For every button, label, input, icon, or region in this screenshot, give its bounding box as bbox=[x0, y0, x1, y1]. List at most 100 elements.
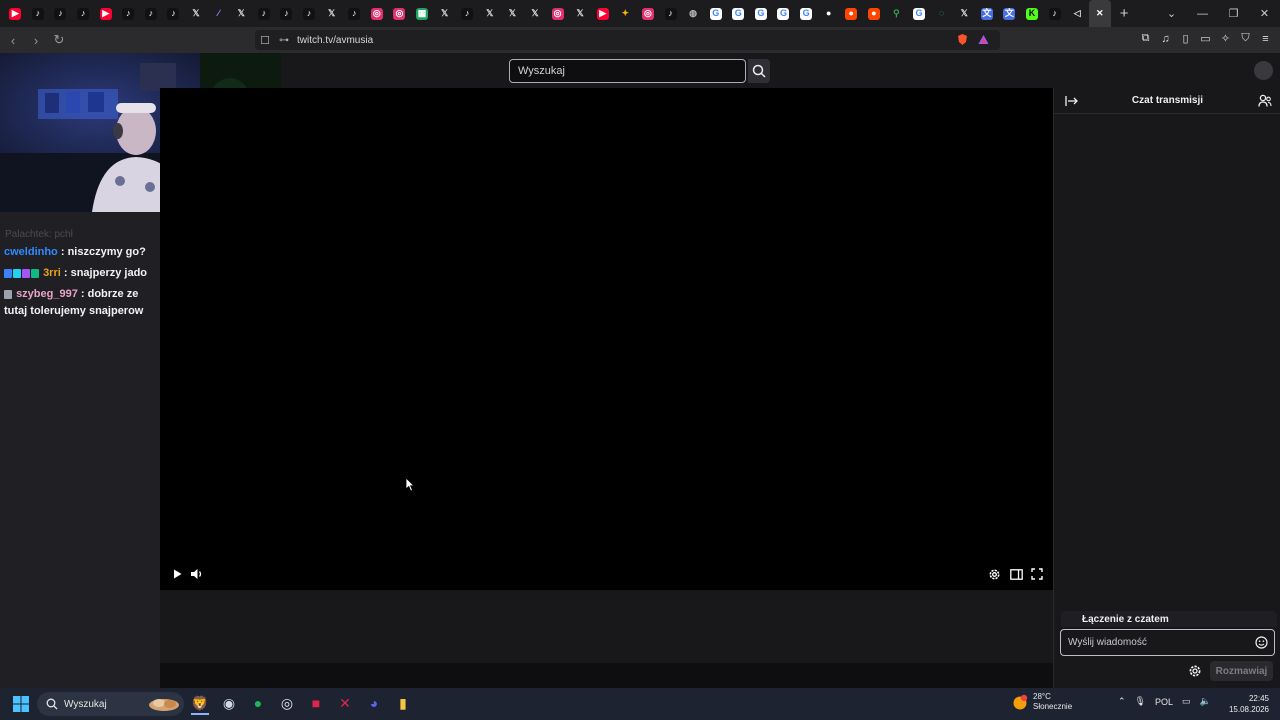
wallet-icon[interactable]: ▭ bbox=[1199, 32, 1212, 45]
taskbar-app[interactable]: ■ bbox=[307, 693, 325, 715]
chevron-up-icon[interactable]: ⌃ bbox=[1118, 696, 1126, 707]
microphone-icon[interactable]: 🎙 bbox=[1135, 696, 1146, 707]
address-bar[interactable]: ☐ ⊶ twitch.tv/avmusia bbox=[255, 30, 1000, 50]
browser-tab[interactable]: G bbox=[704, 0, 727, 27]
windows-start-icon[interactable] bbox=[13, 696, 29, 712]
weather-widget[interactable]: 28°C Słonecznie bbox=[1012, 692, 1072, 712]
browser-tab[interactable]: ♪ bbox=[456, 0, 479, 27]
browser-tab[interactable]: ♪ bbox=[140, 0, 163, 27]
speaker-icon[interactable]: 🔈 bbox=[1200, 696, 1211, 707]
browser-tab[interactable]: 𝕏 bbox=[185, 0, 208, 27]
browser-tab[interactable]: ♪ bbox=[117, 0, 140, 27]
menu-icon[interactable]: ≡ bbox=[1259, 32, 1272, 45]
new-tab-button[interactable]: + bbox=[1111, 5, 1137, 22]
browser-tab[interactable]: ▶ bbox=[591, 0, 614, 27]
browser-tab[interactable]: G bbox=[908, 0, 931, 27]
taskbar-app[interactable]: ✕ bbox=[336, 693, 354, 715]
browser-tab[interactable]: ✦ bbox=[614, 0, 637, 27]
user-avatar[interactable] bbox=[1254, 61, 1273, 80]
bookmark-icon[interactable]: ☐ bbox=[255, 34, 275, 47]
browser-tab[interactable]: ♪ bbox=[27, 0, 50, 27]
browser-tab[interactable]: ✕ bbox=[1088, 0, 1112, 27]
browser-tab[interactable]: G bbox=[772, 0, 795, 27]
fullscreen-button[interactable] bbox=[1029, 566, 1045, 582]
close-window-icon[interactable]: ✕ bbox=[1249, 7, 1280, 20]
browser-tab[interactable]: ● bbox=[840, 0, 863, 27]
browser-tab[interactable]: ◌ bbox=[930, 0, 953, 27]
browser-tab[interactable]: ◁ bbox=[1066, 0, 1089, 27]
browser-tab[interactable]: ♪ bbox=[72, 0, 95, 27]
browser-tab[interactable]: ∕ bbox=[207, 0, 230, 27]
browser-tab[interactable]: ♪ bbox=[49, 0, 72, 27]
browser-tab[interactable]: G bbox=[727, 0, 750, 27]
browser-tab[interactable]: 𝕏 bbox=[953, 0, 976, 27]
video-player[interactable] bbox=[160, 88, 1053, 590]
restore-icon[interactable]: ❐ bbox=[1218, 7, 1249, 20]
search-input[interactable] bbox=[509, 59, 746, 83]
taskbar-app[interactable]: ▮ bbox=[394, 693, 412, 715]
media-icon[interactable]: ♫ bbox=[1159, 32, 1172, 45]
browser-tab[interactable]: ♪ bbox=[298, 0, 321, 27]
browser-tab[interactable]: ♪ bbox=[253, 0, 276, 27]
browser-tab[interactable]: 文 bbox=[998, 0, 1021, 27]
browser-tab[interactable]: ♪ bbox=[1043, 0, 1066, 27]
browser-tab[interactable]: ♪ bbox=[343, 0, 366, 27]
back-icon[interactable]: ‹ bbox=[3, 33, 23, 48]
browser-tab[interactable]: ▶ bbox=[4, 0, 27, 27]
play-button[interactable] bbox=[169, 566, 185, 582]
browser-tab[interactable]: ▶ bbox=[94, 0, 117, 27]
vpn-icon[interactable]: ⛉ bbox=[1239, 32, 1252, 45]
browser-tab[interactable]: 文 bbox=[976, 0, 999, 27]
search-button[interactable] bbox=[748, 59, 770, 83]
collapse-chat-icon[interactable] bbox=[1065, 95, 1079, 107]
brave-rewards-icon[interactable] bbox=[977, 33, 990, 46]
tab-search-icon[interactable]: ⌄ bbox=[1156, 7, 1187, 20]
browser-tab[interactable]: K bbox=[1021, 0, 1044, 27]
emote-picker-button[interactable] bbox=[1248, 629, 1275, 656]
browser-tab[interactable]: 𝕏 bbox=[320, 0, 343, 27]
chat-settings-icon[interactable] bbox=[1188, 664, 1202, 678]
browser-tab[interactable]: ◎ bbox=[388, 0, 411, 27]
taskbar-app[interactable]: ◉ bbox=[220, 693, 238, 715]
browser-tab[interactable]: 𝕏 bbox=[501, 0, 524, 27]
browser-tab[interactable]: ◍ bbox=[682, 0, 705, 27]
leo-icon[interactable]: ✧ bbox=[1219, 32, 1232, 45]
forward-icon[interactable]: › bbox=[26, 33, 46, 48]
taskbar-app[interactable]: ◕ bbox=[365, 693, 383, 715]
theatre-mode-button[interactable] bbox=[1008, 566, 1024, 582]
browser-tab[interactable]: G bbox=[750, 0, 773, 27]
taskbar-app[interactable]: 🦁 bbox=[191, 693, 209, 715]
reload-icon[interactable]: ↻ bbox=[49, 32, 69, 48]
browser-tab[interactable]: ● bbox=[863, 0, 886, 27]
browser-tab[interactable]: ♪ bbox=[162, 0, 185, 27]
network-icon[interactable]: ▭ bbox=[1182, 696, 1191, 707]
sidebar-icon[interactable]: ▯ bbox=[1179, 32, 1192, 45]
browser-tab[interactable]: ♪ bbox=[659, 0, 682, 27]
language-indicator[interactable]: POL bbox=[1155, 697, 1173, 707]
community-icon[interactable] bbox=[1258, 94, 1272, 108]
minimize-icon[interactable]: — bbox=[1187, 8, 1218, 20]
settings-button[interactable] bbox=[986, 566, 1002, 582]
volume-button[interactable] bbox=[189, 566, 205, 582]
browser-tab[interactable]: 𝕏 bbox=[230, 0, 253, 27]
browser-tab[interactable]: 𝕏 bbox=[569, 0, 592, 27]
browser-tab[interactable]: ⚲ bbox=[885, 0, 908, 27]
browser-tab[interactable]: ◎ bbox=[637, 0, 660, 27]
browser-tab[interactable]: ♪ bbox=[275, 0, 298, 27]
browser-tab[interactable]: ● bbox=[817, 0, 840, 27]
browser-tab[interactable]: 𝕏 bbox=[524, 0, 547, 27]
chat-message-input[interactable] bbox=[1060, 629, 1248, 656]
browser-tab[interactable]: ▦ bbox=[411, 0, 434, 27]
taskbar-app[interactable]: ● bbox=[249, 693, 267, 715]
browser-tab[interactable]: ◎ bbox=[546, 0, 569, 27]
extensions-icon[interactable]: ⧉ bbox=[1139, 32, 1152, 45]
url-text[interactable]: twitch.tv/avmusia bbox=[297, 35, 373, 46]
browser-tab[interactable]: 𝕏 bbox=[478, 0, 501, 27]
browser-tab[interactable]: ◎ bbox=[366, 0, 389, 27]
taskbar-search[interactable]: Wyszukaj bbox=[37, 692, 184, 716]
close-tab-icon[interactable]: ✕ bbox=[1094, 8, 1106, 20]
brave-shields-icon[interactable] bbox=[956, 33, 969, 46]
taskbar-app[interactable]: ◎ bbox=[278, 693, 296, 715]
browser-tab[interactable]: G bbox=[795, 0, 818, 27]
clock[interactable]: 22:45 15.08.2026 bbox=[1229, 693, 1269, 715]
